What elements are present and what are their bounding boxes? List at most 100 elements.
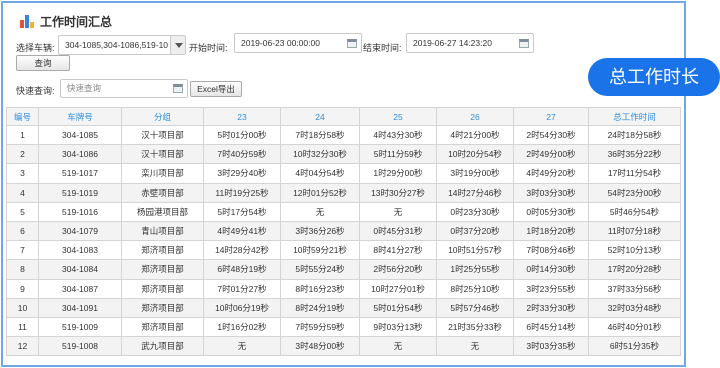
cell-number: 6 xyxy=(6,220,39,242)
cell-day-time: 无 xyxy=(203,336,281,357)
cell-day-time: 1时16分02秒 xyxy=(203,316,281,338)
cell-number: 8 xyxy=(6,259,39,280)
cell-group: 杨园港项目部 xyxy=(121,201,204,222)
cell-day-time: 1时18分20秒 xyxy=(513,220,589,242)
cell-day-time: 0时45分31秒 xyxy=(359,220,437,242)
work-time-table: 编号 车牌号 分组 23 24 25 26 27 总工作时间 1 304-1085 汉十项目部 5时0… xyxy=(6,107,681,357)
table-row[interactable]: 9 304-1087 郑济项目部 7时01分27秒 8时16分23秒 10时27分01秒 8… xyxy=(6,278,681,299)
cell-day-time: 13时30分27秒 xyxy=(359,182,437,203)
end-time-field[interactable]: 2019-06-27 14:23:20 xyxy=(406,33,534,53)
vehicle-select-value: 304-1085,304-1086,519-10 xyxy=(65,40,169,50)
excel-export-button[interactable]: Excel导出 xyxy=(190,81,242,97)
table-row[interactable]: 3 519-1017 栾川项目部 3时29分40秒 4时04分54秒 1时29分00秒 3时… xyxy=(6,163,681,184)
cell-day-time: 7时18分58秒 xyxy=(280,124,360,146)
table-row[interactable]: 12 519-1008 武九项目部无 3时48分00秒无无 3时03分35秒 6时51分3… xyxy=(6,336,681,357)
col-header-day[interactable]: 23 xyxy=(203,107,281,126)
cell-plate: 519-1016 xyxy=(38,201,122,222)
cell-group: 赤壁项目部 xyxy=(121,182,204,203)
cell-total-time: 36时35分22秒 xyxy=(588,144,681,165)
cell-total-time: 5时46分54秒 xyxy=(588,201,681,222)
start-time-label: 开始时间: xyxy=(189,43,228,53)
cell-total-time: 54时23分00秒 xyxy=(588,182,681,203)
page-title: 工作时间汇总 xyxy=(40,14,113,29)
cell-group: 郑济项目部 xyxy=(121,316,204,338)
page-header: 工作时间汇总 xyxy=(20,12,112,30)
vehicle-select[interactable]: 304-1085,304-1086,519-10 xyxy=(58,35,186,55)
table-row[interactable]: 11 519-1009 郑济项目部 1时16分02秒 7时59分59秒 9时03分13秒 2… xyxy=(6,316,681,338)
cell-day-time: 9时03分13秒 xyxy=(359,316,437,338)
cell-group: 郑济项目部 xyxy=(121,278,204,299)
cell-day-time: 8时16分23秒 xyxy=(280,278,360,299)
cell-day-time: 5时55分24秒 xyxy=(280,259,360,280)
cell-number: 7 xyxy=(6,240,39,261)
cell-day-time: 11时19分25秒 xyxy=(203,182,281,203)
cell-day-time: 8时24分19秒 xyxy=(280,297,360,318)
col-header-day[interactable]: 27 xyxy=(513,107,589,126)
cell-day-time: 10时32分30秒 xyxy=(280,144,360,165)
cell-number: 1 xyxy=(6,124,39,146)
cell-total-time: 32时03分48秒 xyxy=(588,297,681,318)
col-header-plate[interactable]: 车牌号 xyxy=(38,107,122,126)
chevron-down-icon[interactable] xyxy=(170,36,185,54)
cell-day-time: 10时20分54秒 xyxy=(436,144,514,165)
table-row[interactable]: 10 304-1091 郑济项目部 10时06分19秒 8时24分19秒 5时01分54秒… xyxy=(6,297,681,318)
calendar-icon[interactable] xyxy=(347,39,357,48)
query-button[interactable]: 查询 xyxy=(16,55,70,71)
cell-day-time: 0时05分30秒 xyxy=(513,201,589,222)
cell-day-time: 10时59分21秒 xyxy=(280,240,360,261)
cell-day-time: 10时27分01秒 xyxy=(359,278,437,299)
cell-day-time: 5时11分59秒 xyxy=(359,144,437,165)
cell-day-time: 3时23分55秒 xyxy=(513,278,589,299)
vehicle-label: 选择车辆: xyxy=(16,43,55,53)
calendar-icon[interactable] xyxy=(173,84,183,93)
cell-day-time: 6时48分19秒 xyxy=(203,259,281,280)
cell-day-time: 无 xyxy=(359,336,437,357)
cell-day-time: 0时37分20秒 xyxy=(436,220,514,242)
cell-day-time: 4时49分41秒 xyxy=(203,220,281,242)
table-row[interactable]: 1 304-1085 汉十项目部 5时01分00秒 7时18分58秒 4时43分30秒 4时… xyxy=(6,124,681,146)
cell-total-time: 11时07分18秒 xyxy=(588,220,681,242)
cell-day-time: 5时01分54秒 xyxy=(359,297,437,318)
cell-day-time: 8时25分10秒 xyxy=(436,278,514,299)
cell-day-time: 10时51分57秒 xyxy=(436,240,514,261)
col-header-group[interactable]: 分组 xyxy=(121,107,204,126)
cell-plate: 304-1091 xyxy=(38,297,122,318)
cell-day-time: 3时19分00秒 xyxy=(436,163,514,184)
cell-number: 10 xyxy=(6,297,39,318)
cell-day-time: 2时54分30秒 xyxy=(513,124,589,146)
col-header-day[interactable]: 26 xyxy=(436,107,514,126)
cell-plate: 519-1017 xyxy=(38,163,122,184)
cell-number: 4 xyxy=(6,182,39,203)
cell-day-time: 4时49分20秒 xyxy=(513,163,589,184)
cell-plate: 304-1079 xyxy=(38,220,122,242)
cell-day-time: 0时23分30秒 xyxy=(436,201,514,222)
cell-plate: 519-1009 xyxy=(38,316,122,338)
cell-day-time: 5时57分46秒 xyxy=(436,297,514,318)
start-time-field[interactable]: 2019-06-23 00:00:00 xyxy=(234,33,362,53)
table-row[interactable]: 6 304-1079 青山项目部 4时49分41秒 3时36分26秒 0时45分31秒 0时… xyxy=(6,220,681,242)
table-row[interactable]: 2 304-1086 汉十项目部 7时40分59秒 10时32分30秒 5时11分59秒 1… xyxy=(6,144,681,165)
cell-day-time: 12时01分52秒 xyxy=(280,182,360,203)
quick-search-input[interactable]: 快速查询 xyxy=(60,79,188,98)
calendar-icon[interactable] xyxy=(519,39,529,48)
col-header-day[interactable]: 25 xyxy=(359,107,437,126)
total-hours-badge: 总工作时长 xyxy=(588,58,720,96)
table-row[interactable]: 5 519-1016 杨园港项目部 5时17分54秒无无 0时23分30秒 0时05分30… xyxy=(6,201,681,222)
cell-day-time: 3时48分00秒 xyxy=(280,336,360,357)
col-header-number[interactable]: 编号 xyxy=(6,107,39,126)
cell-total-time: 37时33分56秒 xyxy=(588,278,681,299)
cell-number: 5 xyxy=(6,201,39,222)
cell-day-time: 21时35分33秒 xyxy=(436,316,514,338)
col-header-day[interactable]: 24 xyxy=(280,107,360,126)
quick-search-label: 快速查询: xyxy=(16,86,55,96)
table-row[interactable]: 4 519-1019 赤壁项目部 11时19分25秒 12时01分52秒 13时30分27… xyxy=(6,182,681,203)
table-row[interactable]: 7 304-1083 郑济项目部 14时28分42秒 10时59分21秒 8时41分27秒… xyxy=(6,240,681,261)
cell-day-time: 4时21分00秒 xyxy=(436,124,514,146)
col-header-total[interactable]: 总工作时间 xyxy=(588,107,681,126)
cell-group: 栾川项目部 xyxy=(121,163,204,184)
cell-day-time: 3时36分26秒 xyxy=(280,220,360,242)
table-row[interactable]: 8 304-1084 郑济项目部 6时48分19秒 5时55分24秒 2时56分20秒 1时… xyxy=(6,259,681,280)
cell-day-time: 1时25分55秒 xyxy=(436,259,514,280)
cell-total-time: 46时40分01秒 xyxy=(588,316,681,338)
cell-number: 3 xyxy=(6,163,39,184)
